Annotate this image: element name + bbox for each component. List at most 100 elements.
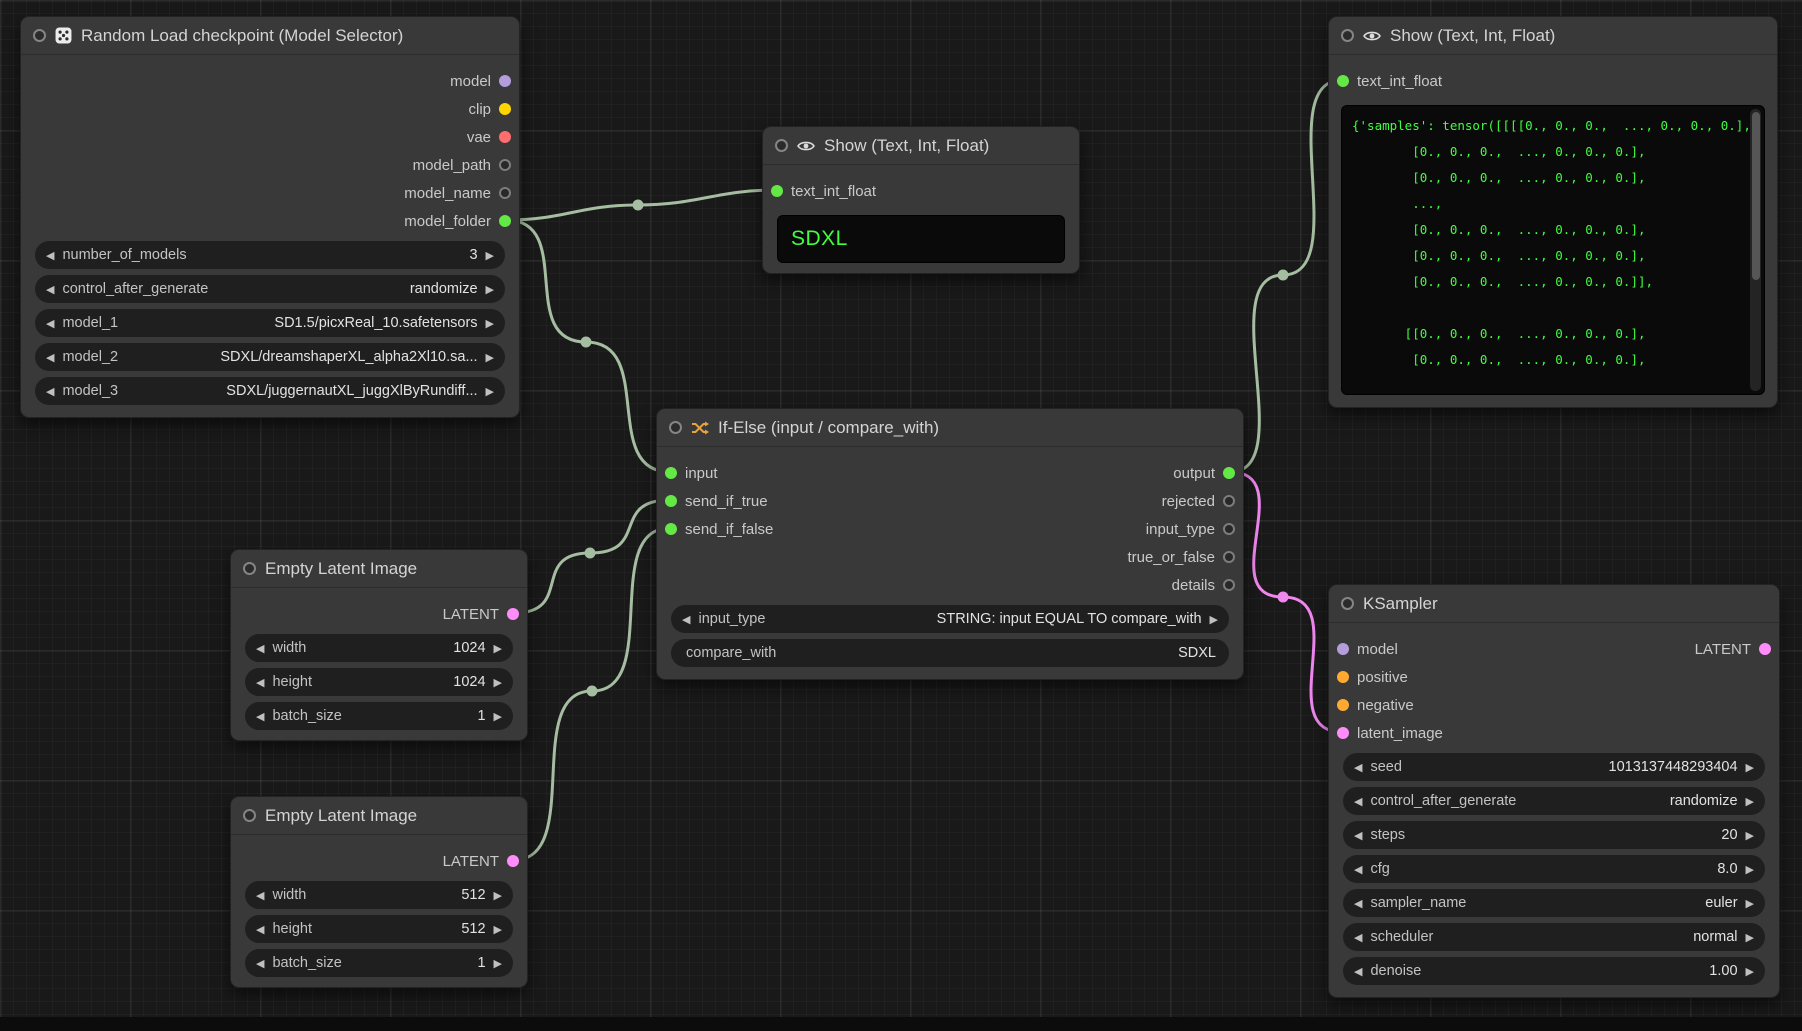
widget-batch-size[interactable]: ◀ batch_size 1 ▶ [245, 702, 513, 730]
increment-arrow[interactable]: ▶ [486, 250, 494, 261]
decrement-arrow[interactable]: ◀ [256, 643, 264, 654]
decrement-arrow[interactable]: ◀ [46, 318, 54, 329]
wire-dot[interactable] [633, 200, 644, 211]
node-if-else[interactable]: If-Else (input / compare_with) input sen… [656, 408, 1244, 680]
input-dot-text-int-float[interactable] [1337, 75, 1349, 87]
wire-dot[interactable] [1278, 592, 1289, 603]
decrement-arrow[interactable]: ◀ [256, 677, 264, 688]
scrollbar-thumb[interactable] [1752, 112, 1760, 280]
input-dot-send-if-false[interactable] [665, 523, 677, 535]
widget-cfg[interactable]: ◀ cfg 8.0 ▶ [1343, 855, 1765, 883]
increment-arrow[interactable]: ▶ [1746, 932, 1754, 943]
widget-sampler-name[interactable]: ◀ sampler_name euler ▶ [1343, 889, 1765, 917]
input-dot-model[interactable] [1337, 643, 1349, 655]
increment-arrow[interactable]: ▶ [1746, 796, 1754, 807]
decrement-arrow[interactable]: ◀ [46, 352, 54, 363]
output-dot-model-name[interactable] [499, 187, 511, 199]
increment-arrow[interactable]: ▶ [494, 711, 502, 722]
decrement-arrow[interactable]: ◀ [46, 386, 54, 397]
input-dot-negative[interactable] [1337, 699, 1349, 711]
output-dot-input-type[interactable] [1223, 523, 1235, 535]
output-dot-model-folder[interactable] [499, 215, 511, 227]
output-dot-clip[interactable] [499, 103, 511, 115]
node-header[interactable]: Show (Text, Int, Float) [763, 127, 1079, 165]
widget-model-3[interactable]: ◀ model_3 SDXL/juggernautXL_juggXlByRund… [35, 377, 505, 405]
node-random-load-checkpoint[interactable]: Random Load checkpoint (Model Selector) … [20, 16, 520, 418]
text-display[interactable]: {'samples': tensor([[[[0., 0., 0., ..., … [1341, 105, 1765, 395]
increment-arrow[interactable]: ▶ [1746, 966, 1754, 977]
collapse-dot[interactable] [775, 139, 788, 152]
decrement-arrow[interactable]: ◀ [1354, 932, 1362, 943]
collapse-dot[interactable] [1341, 597, 1354, 610]
increment-arrow[interactable]: ▶ [486, 318, 494, 329]
output-dot-model[interactable] [499, 75, 511, 87]
widget-batch-size[interactable]: ◀ batch_size 1 ▶ [245, 949, 513, 977]
increment-arrow[interactable]: ▶ [494, 924, 502, 935]
widget-number-of-models[interactable]: ◀ number_of_models 3 ▶ [35, 241, 505, 269]
output-dot-true-or-false[interactable] [1223, 551, 1235, 563]
wire-dot[interactable] [587, 686, 598, 697]
decrement-arrow[interactable]: ◀ [46, 250, 54, 261]
output-dot-output[interactable] [1223, 467, 1235, 479]
collapse-dot[interactable] [33, 29, 46, 42]
node-header[interactable]: Show (Text, Int, Float) [1329, 17, 1777, 55]
output-dot-latent[interactable] [1759, 643, 1771, 655]
decrement-arrow[interactable]: ◀ [682, 614, 690, 625]
output-dot-vae[interactable] [499, 131, 511, 143]
widget-model-2[interactable]: ◀ model_2 SDXL/dreamshaperXL_alpha2Xl10.… [35, 343, 505, 371]
widget-control-after-generate[interactable]: ◀ control_after_generate randomize ▶ [1343, 787, 1765, 815]
input-dot-input[interactable] [665, 467, 677, 479]
increment-arrow[interactable]: ▶ [1210, 614, 1218, 625]
widget-steps[interactable]: ◀ steps 20 ▶ [1343, 821, 1765, 849]
increment-arrow[interactable]: ▶ [494, 677, 502, 688]
collapse-dot[interactable] [243, 809, 256, 822]
increment-arrow[interactable]: ▶ [1746, 830, 1754, 841]
scrollbar-track[interactable] [1750, 109, 1761, 391]
increment-arrow[interactable]: ▶ [486, 284, 494, 295]
widget-control-after-generate[interactable]: ◀ control_after_generate randomize ▶ [35, 275, 505, 303]
node-empty-latent-1[interactable]: Empty Latent Image LATENT ◀ width 1024 ▶… [230, 549, 528, 741]
decrement-arrow[interactable]: ◀ [1354, 796, 1362, 807]
decrement-arrow[interactable]: ◀ [1354, 762, 1362, 773]
wire-dot[interactable] [585, 548, 596, 559]
increment-arrow[interactable]: ▶ [1746, 864, 1754, 875]
decrement-arrow[interactable]: ◀ [256, 711, 264, 722]
node-header[interactable]: Empty Latent Image [231, 797, 527, 835]
decrement-arrow[interactable]: ◀ [1354, 864, 1362, 875]
increment-arrow[interactable]: ▶ [1746, 898, 1754, 909]
output-dot-latent[interactable] [507, 608, 519, 620]
decrement-arrow[interactable]: ◀ [46, 284, 54, 295]
increment-arrow[interactable]: ▶ [486, 386, 494, 397]
node-empty-latent-2[interactable]: Empty Latent Image LATENT ◀ width 512 ▶ … [230, 796, 528, 988]
node-show-small[interactable]: Show (Text, Int, Float) text_int_float S… [762, 126, 1080, 274]
collapse-dot[interactable] [669, 421, 682, 434]
wire-dot[interactable] [581, 337, 592, 348]
increment-arrow[interactable]: ▶ [494, 643, 502, 654]
widget-denoise[interactable]: ◀ denoise 1.00 ▶ [1343, 957, 1765, 985]
output-dot-details[interactable] [1223, 579, 1235, 591]
widget-height[interactable]: ◀ height 512 ▶ [245, 915, 513, 943]
output-dot-model-path[interactable] [499, 159, 511, 171]
decrement-arrow[interactable]: ◀ [256, 924, 264, 935]
widget-model-1[interactable]: ◀ model_1 SD1.5/picxReal_10.safetensors … [35, 309, 505, 337]
output-dot-rejected[interactable] [1223, 495, 1235, 507]
widget-width[interactable]: ◀ width 512 ▶ [245, 881, 513, 909]
node-show-large[interactable]: Show (Text, Int, Float) text_int_float {… [1328, 16, 1778, 408]
widget-scheduler[interactable]: ◀ scheduler normal ▶ [1343, 923, 1765, 951]
decrement-arrow[interactable]: ◀ [256, 958, 264, 969]
decrement-arrow[interactable]: ◀ [1354, 898, 1362, 909]
widget-width[interactable]: ◀ width 1024 ▶ [245, 634, 513, 662]
widget-seed[interactable]: ◀ seed 1013137448293404 ▶ [1343, 753, 1765, 781]
input-dot-positive[interactable] [1337, 671, 1349, 683]
text-display[interactable]: SDXL [777, 215, 1065, 263]
input-dot-send-if-true[interactable] [665, 495, 677, 507]
collapse-dot[interactable] [1341, 29, 1354, 42]
input-dot-latent-image[interactable] [1337, 727, 1349, 739]
widget-height[interactable]: ◀ height 1024 ▶ [245, 668, 513, 696]
input-dot-text-int-float[interactable] [771, 185, 783, 197]
decrement-arrow[interactable]: ◀ [256, 890, 264, 901]
wire-dot[interactable] [1278, 270, 1289, 281]
widget-input-type[interactable]: ◀ input_type STRING: input EQUAL TO comp… [671, 605, 1229, 633]
node-header[interactable]: Empty Latent Image [231, 550, 527, 588]
node-header[interactable]: KSampler [1329, 585, 1779, 623]
